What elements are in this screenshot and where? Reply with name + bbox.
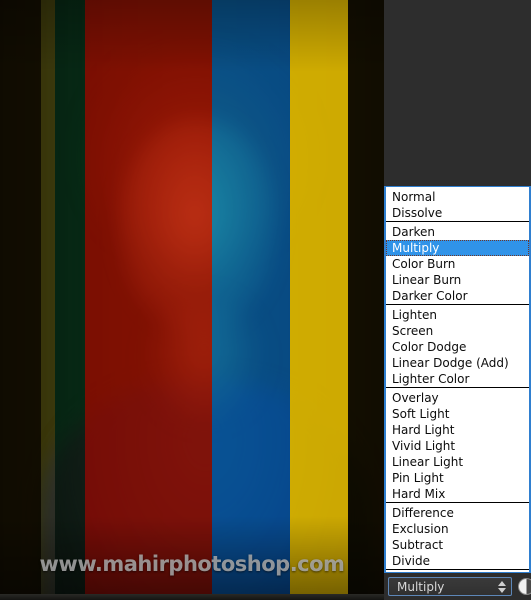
- blend-option-soft-light[interactable]: Soft Light: [386, 406, 529, 422]
- color-band-olive-left: [0, 0, 41, 600]
- blend-mode-combobox[interactable]: Multiply: [388, 577, 512, 596]
- color-band-gray-strip: [41, 0, 55, 600]
- blend-option-linear-dodge-add[interactable]: Linear Dodge (Add): [386, 355, 529, 371]
- color-band-red-2: [85, 0, 212, 600]
- blend-option-lighter-color[interactable]: Lighter Color: [386, 371, 529, 387]
- blend-option-dissolve[interactable]: Dissolve: [386, 205, 529, 221]
- color-band-yellow-2: [290, 0, 348, 600]
- color-band-olive-right: [348, 0, 384, 600]
- blend-option-screen[interactable]: Screen: [386, 323, 529, 339]
- triangle-up-icon[interactable]: [498, 580, 506, 586]
- opacity-dial-icon[interactable]: [518, 578, 531, 595]
- blend-option-overlay[interactable]: Overlay: [386, 390, 529, 406]
- blend-option-color-dodge[interactable]: Color Dodge: [386, 339, 529, 355]
- blend-option-pin-light[interactable]: Pin Light: [386, 470, 529, 486]
- blend-group-normal: Normal Dissolve: [386, 187, 529, 222]
- blend-group-lighten: Lighten Screen Color Dodge Linear Dodge …: [386, 305, 529, 388]
- blend-option-linear-light[interactable]: Linear Light: [386, 454, 529, 470]
- layer-preview-image: www.mahirphotoshop.com: [0, 0, 384, 600]
- blend-mode-value: Multiply: [397, 579, 445, 594]
- blend-option-exclusion[interactable]: Exclusion: [386, 521, 529, 537]
- blend-option-vivid-light[interactable]: Vivid Light: [386, 438, 529, 454]
- color-band-green-2: [55, 0, 85, 600]
- color-band-teal-2: [212, 0, 290, 600]
- blend-option-hard-mix[interactable]: Hard Mix: [386, 486, 529, 502]
- blend-mode-dropdown-list[interactable]: Normal Dissolve Darken Multiply Color Bu…: [384, 186, 531, 573]
- screenshot-root: www.mahirphotoshop.com Normal Dissolve D…: [0, 0, 531, 600]
- blend-option-hard-light[interactable]: Hard Light: [386, 422, 529, 438]
- blend-option-divide[interactable]: Divide: [386, 553, 529, 569]
- blend-option-linear-burn[interactable]: Linear Burn: [386, 272, 529, 288]
- blend-option-normal[interactable]: Normal: [386, 189, 529, 205]
- blend-option-lighten[interactable]: Lighten: [386, 307, 529, 323]
- blend-option-multiply[interactable]: Multiply: [386, 240, 529, 256]
- triangle-down-icon[interactable]: [498, 587, 506, 593]
- blend-group-contrast: Overlay Soft Light Hard Light Vivid Ligh…: [386, 388, 529, 503]
- blend-option-subtract[interactable]: Subtract: [386, 537, 529, 553]
- blend-option-darken[interactable]: Darken: [386, 224, 529, 240]
- watermark-text: www.mahirphotoshop.com: [39, 552, 345, 576]
- blend-group-darken: Darken Multiply Color Burn Linear Burn D…: [386, 222, 529, 305]
- blend-mode-spinner[interactable]: [493, 578, 511, 595]
- photo-bottom-edge: [0, 594, 384, 600]
- blend-option-darker-color[interactable]: Darker Color: [386, 288, 529, 304]
- blend-group-comparative: Difference Exclusion Subtract Divide: [386, 503, 529, 570]
- blend-mode-row: Multiply: [384, 573, 531, 600]
- blend-option-color-burn[interactable]: Color Burn: [386, 256, 529, 272]
- blend-option-difference[interactable]: Difference: [386, 505, 529, 521]
